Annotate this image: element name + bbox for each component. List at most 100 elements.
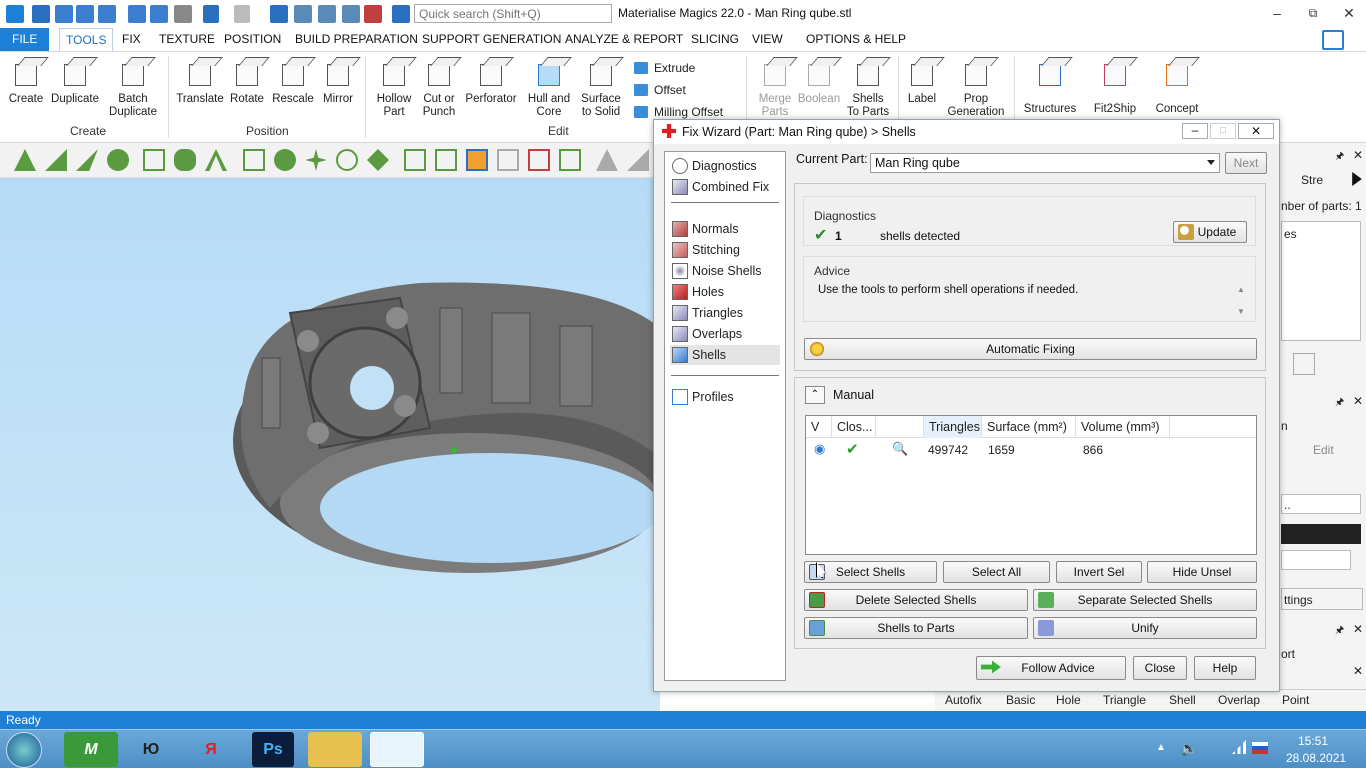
shells-table[interactable]: V Clos... Triangles Surface (mm²) Volume… (805, 415, 1257, 555)
tab-scroll-right-icon[interactable] (1352, 172, 1362, 186)
dialog-close-button[interactable]: ✕ (1238, 123, 1274, 139)
taskbar-app-explorer[interactable] (308, 732, 362, 767)
concept-button[interactable]: Concept (1150, 56, 1204, 116)
unload-icon[interactable] (174, 5, 192, 23)
pin-icon[interactable]: 🖈 (1335, 623, 1344, 640)
fit2ship-button[interactable]: Fit2Ship (1088, 56, 1142, 116)
menu-view[interactable]: VIEW (746, 28, 789, 51)
value-field[interactable]: .. (1281, 494, 1361, 514)
translate-button[interactable]: Translate (174, 56, 226, 106)
pin-icon[interactable]: 🖈 (1335, 149, 1344, 166)
list-view-icon[interactable] (1293, 353, 1315, 375)
col-action[interactable] (876, 416, 924, 438)
panel-close-icon[interactable]: ✕ (1353, 394, 1363, 408)
panel-close-icon[interactable]: ✕ (1353, 622, 1363, 636)
col-surface[interactable]: Surface (mm²) (982, 416, 1076, 438)
open-file-icon[interactable] (55, 5, 73, 23)
view-top-icon[interactable] (497, 149, 519, 171)
3d-viewport[interactable] (0, 178, 677, 711)
clock-time[interactable]: 15:51 (1298, 734, 1328, 748)
mirror-button[interactable]: Mirror (318, 56, 358, 106)
hide-unsel-button[interactable]: Hide Unsel (1147, 561, 1257, 583)
undo-icon[interactable] (203, 5, 219, 23)
settings-button[interactable]: ttings (1281, 588, 1363, 610)
zoom-icon[interactable] (342, 5, 360, 23)
batch-duplicate-button[interactable]: Batch Duplicate (106, 56, 160, 119)
col-volume[interactable]: Volume (mm³) (1076, 416, 1170, 438)
scroll-up-icon[interactable]: ▲ (1237, 285, 1245, 294)
shells-to-parts-ribbon-button[interactable]: Shells To Parts (844, 56, 892, 119)
hull-core-button[interactable]: Hull and Core (522, 56, 576, 119)
surface-select-icon[interactable] (45, 149, 67, 171)
perforator-button[interactable]: Perforator (462, 56, 520, 106)
taskbar-app-yandex[interactable]: Я (184, 732, 238, 767)
separate-selected-shells-button[interactable]: Separate Selected Shells (1033, 589, 1257, 611)
invert-sel-button[interactable]: Invert Sel (1056, 561, 1142, 583)
menu-options-help[interactable]: OPTIONS & HELP (800, 28, 912, 51)
edit-button[interactable]: Edit (1313, 443, 1334, 457)
quick-search-input[interactable] (414, 4, 612, 23)
taskbar-app-magics[interactable] (370, 732, 424, 767)
brush-select-icon[interactable] (274, 149, 296, 171)
shells-to-parts-button[interactable]: Shells to Parts (804, 617, 1028, 639)
zoom-shell-icon[interactable]: 🔍 (892, 441, 908, 457)
menu-position[interactable]: POSITION (218, 28, 287, 51)
col-triangles[interactable]: Triangles (924, 416, 982, 438)
zoom-out-icon[interactable] (364, 5, 382, 23)
milling-offset-button[interactable]: Milling Offset (634, 105, 723, 119)
cut-punch-button[interactable]: Cut or Punch (418, 56, 460, 119)
plane-select-icon[interactable] (243, 149, 265, 171)
tab-point[interactable]: Point (1282, 693, 1309, 707)
nav-normals[interactable]: Normals (670, 219, 780, 239)
panel-tab-stre[interactable]: Stre (1301, 173, 1323, 187)
close-button[interactable]: Close (1133, 656, 1187, 680)
nav-noise-shells[interactable]: Noise Shells (670, 261, 780, 281)
dialog-maximize-button[interactable]: □ (1210, 123, 1236, 139)
ruler-icon[interactable] (627, 149, 649, 171)
radial-select-icon[interactable] (336, 149, 358, 171)
rescale-button[interactable]: Rescale (270, 56, 316, 106)
box-select-icon[interactable] (143, 149, 165, 171)
nav-overlaps[interactable]: Overlaps (670, 324, 780, 344)
layout-icon[interactable] (1322, 30, 1344, 50)
nav-holes[interactable]: Holes (670, 282, 780, 302)
col-closed[interactable]: Clos... (832, 416, 876, 438)
follow-advice-button[interactable]: Follow Advice (976, 656, 1126, 680)
path-select-icon[interactable] (205, 149, 227, 171)
view-iso-icon[interactable] (466, 149, 488, 171)
panel-close-icon[interactable]: ✕ (1353, 664, 1363, 678)
tray-arrow-icon[interactable]: ▲ (1156, 742, 1166, 753)
zoom-all-icon[interactable] (318, 5, 336, 23)
save-as-icon[interactable] (98, 5, 116, 23)
select-icon[interactable] (270, 5, 288, 23)
menu-fix[interactable]: FIX (116, 28, 147, 51)
lasso-select-icon[interactable] (174, 149, 196, 171)
structures-button[interactable]: Structures (1020, 56, 1080, 116)
menu-slicing[interactable]: SLICING (685, 28, 745, 51)
menu-texture[interactable]: TEXTURE (153, 28, 221, 51)
current-part-select[interactable]: Man Ring qube (870, 153, 1220, 173)
tab-hole[interactable]: Hole (1056, 693, 1081, 707)
taskbar-app-yu[interactable]: Ю (124, 732, 178, 767)
merge-parts-button[interactable]: Merge Parts (752, 56, 798, 119)
eye-icon[interactable]: ◉ (814, 441, 825, 457)
menu-analyze-report[interactable]: ANALYZE & REPORT (559, 28, 689, 51)
dialog-title-bar[interactable]: Fix Wizard (Part: Man Ring qube) > Shell… (654, 120, 1279, 144)
tab-triangle[interactable]: Triangle (1103, 693, 1146, 707)
pin-icon[interactable]: 🖈 (1335, 395, 1344, 412)
new-file-icon[interactable] (32, 5, 50, 23)
extrude-button[interactable]: Extrude (634, 61, 695, 75)
star-select-icon[interactable] (305, 149, 327, 171)
nav-stitching[interactable]: Stitching (670, 240, 780, 260)
offset-button[interactable]: Offset (634, 83, 686, 97)
unify-button[interactable]: Unify (1033, 617, 1257, 639)
settings-icon[interactable] (392, 5, 410, 23)
zoom-part-icon[interactable] (294, 5, 312, 23)
create-button[interactable]: Create (4, 56, 48, 106)
tab-autofix[interactable]: Autofix (945, 693, 982, 707)
ring-model[interactable] (0, 178, 677, 711)
panel-close-icon[interactable]: ✕ (1353, 148, 1363, 162)
next-button[interactable]: Next (1225, 152, 1267, 174)
nav-diagnostics[interactable]: Diagnostics (670, 156, 780, 176)
redo-icon[interactable] (234, 5, 250, 23)
